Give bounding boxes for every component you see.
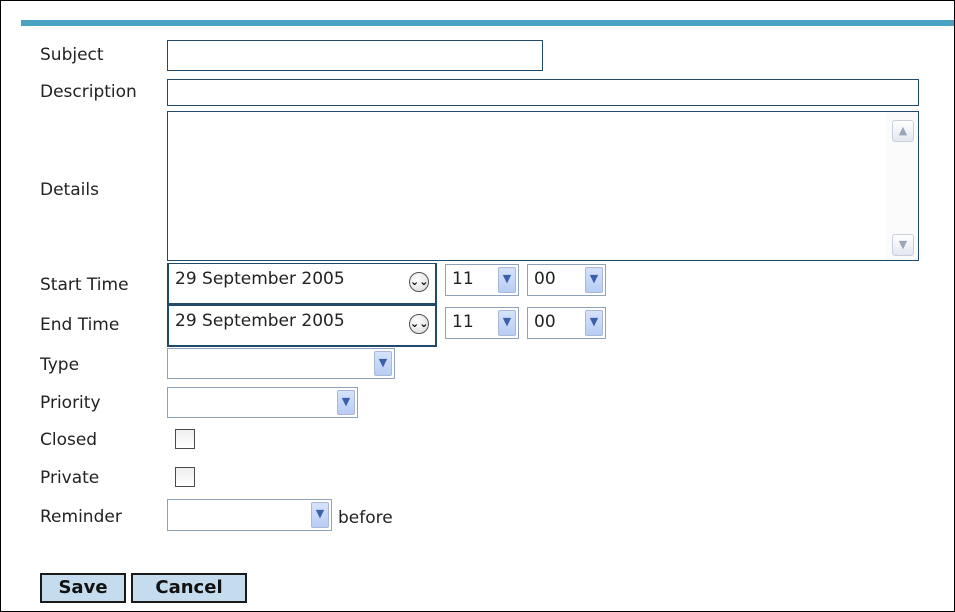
reminder-label: Reminder <box>40 507 122 527</box>
details-label: Details <box>40 180 99 200</box>
description-input[interactable] <box>167 79 919 106</box>
chevron-down-icon[interactable]: ▼ <box>311 502 329 528</box>
subject-label: Subject <box>40 45 104 65</box>
start-date-field[interactable]: 29 September 2005 ⌄⌄ <box>167 263 437 305</box>
priority-select[interactable]: ▼ <box>167 387 358 418</box>
start-hour-select[interactable]: 11 ▼ <box>445 264 519 296</box>
start-time-label: Start Time <box>40 275 129 295</box>
end-time-label: End Time <box>40 315 120 335</box>
save-button[interactable]: Save <box>40 573 126 603</box>
start-minute-select[interactable]: 00 ▼ <box>527 264 606 296</box>
end-minute-value: 00 <box>534 312 556 332</box>
double-chevron-down-icon[interactable]: ⌄⌄ <box>409 314 429 334</box>
end-hour-value: 11 <box>452 312 474 332</box>
subject-input[interactable] <box>167 40 543 71</box>
chevron-down-icon[interactable]: ▼ <box>585 310 603 336</box>
closed-label: Closed <box>40 430 98 450</box>
chevron-down-icon[interactable]: ▼ <box>498 267 516 293</box>
type-select[interactable]: ▼ <box>167 348 395 379</box>
chevron-down-icon[interactable]: ▼ <box>337 390 355 415</box>
description-label: Description <box>40 82 137 102</box>
details-scrollbar[interactable]: ▲ ▼ <box>886 112 918 260</box>
reminder-suffix: before <box>338 508 393 528</box>
scroll-up-icon[interactable]: ▲ <box>892 120 914 142</box>
start-date-value: 29 September 2005 <box>175 269 345 289</box>
header-accent-bar <box>21 20 954 26</box>
scroll-down-icon[interactable]: ▼ <box>892 234 914 256</box>
reminder-select[interactable]: ▼ <box>167 499 332 531</box>
end-minute-select[interactable]: 00 ▼ <box>527 307 606 339</box>
details-textarea[interactable]: ▲ ▼ <box>167 111 919 261</box>
end-date-value: 29 September 2005 <box>175 311 345 331</box>
private-label: Private <box>40 468 100 488</box>
chevron-down-icon[interactable]: ▼ <box>585 267 603 293</box>
start-minute-value: 00 <box>534 269 556 289</box>
end-date-field[interactable]: 29 September 2005 ⌄⌄ <box>167 305 437 347</box>
double-chevron-down-icon[interactable]: ⌄⌄ <box>409 272 429 292</box>
chevron-down-icon[interactable]: ▼ <box>374 351 392 376</box>
chevron-down-icon[interactable]: ▼ <box>498 310 516 336</box>
closed-checkbox[interactable] <box>175 429 195 449</box>
start-hour-value: 11 <box>452 269 474 289</box>
type-label: Type <box>40 355 80 375</box>
cancel-button[interactable]: Cancel <box>131 573 247 603</box>
priority-label: Priority <box>40 393 101 413</box>
end-hour-select[interactable]: 11 ▼ <box>445 307 519 339</box>
private-checkbox[interactable] <box>175 467 195 487</box>
